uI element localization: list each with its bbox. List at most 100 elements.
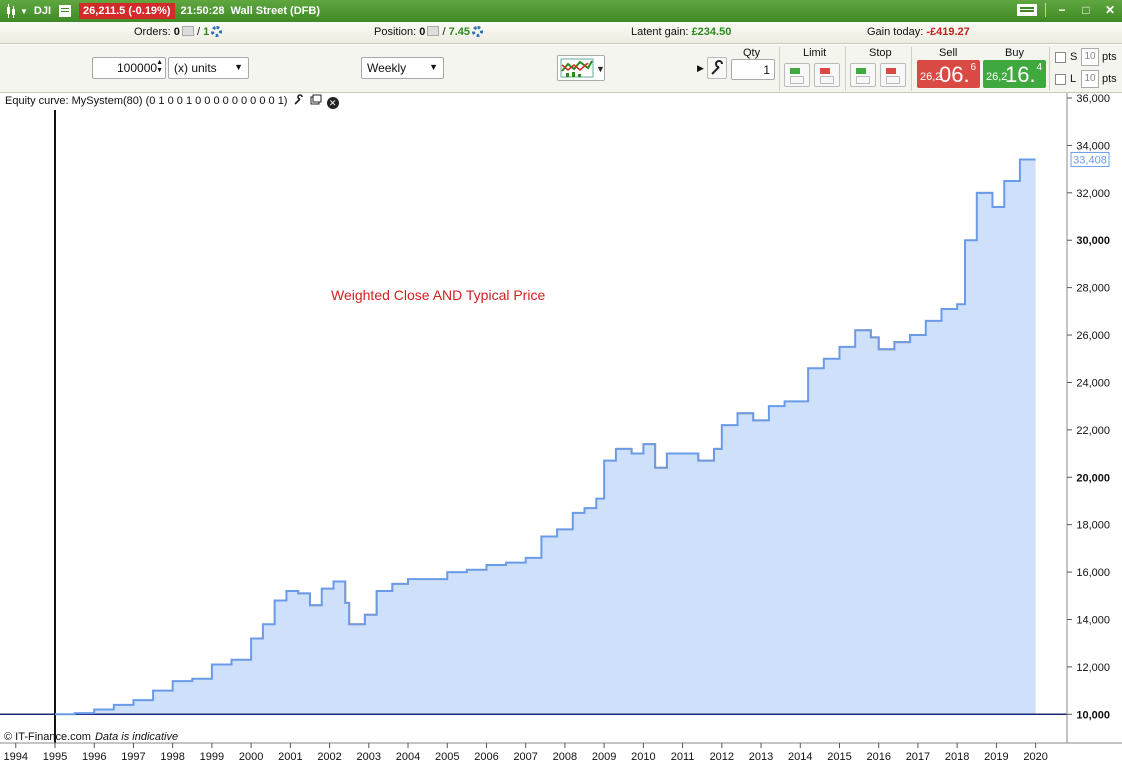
last-value-label: 33,408 [1073, 154, 1107, 166]
gear-icon[interactable] [211, 26, 223, 37]
quantity-stepper[interactable]: 100000 ▲ ▼ [92, 57, 166, 79]
l-pts-label: pts [1102, 73, 1117, 85]
minimize-icon[interactable]: − [1054, 3, 1070, 17]
divider [845, 47, 846, 91]
x-tick-label: 2004 [396, 751, 420, 763]
chart-annotation: Weighted Close AND Typical Price [331, 287, 545, 303]
clock-time: 21:50:28 [180, 5, 225, 17]
position-amount[interactable]: 7.45 [449, 26, 470, 38]
list-icon[interactable] [59, 5, 72, 17]
wrench-button[interactable] [707, 57, 727, 79]
sell-button[interactable]: 26,2 06. 6 [917, 60, 980, 88]
wrench-icon[interactable] [293, 94, 305, 106]
maximize-icon[interactable]: □ [1078, 3, 1094, 17]
l-pts-input[interactable]: 10 [1081, 70, 1099, 88]
x-tick-label: 2017 [906, 751, 930, 763]
x-tick-label: 2009 [592, 751, 616, 763]
limit-sell-button[interactable] [814, 63, 840, 87]
quantity-value: 100000 [117, 61, 158, 75]
gear-icon[interactable] [472, 26, 483, 37]
latent-gain-value: £234.50 [691, 26, 732, 38]
orders-label: Orders: [134, 26, 171, 38]
stop-sell-button[interactable] [880, 63, 906, 87]
x-tick-label: 2005 [435, 751, 459, 763]
x-tick-label: 2012 [710, 751, 734, 763]
svg-text:▼: ▼ [596, 64, 604, 74]
order-panel: ▶ Qty 1 Limit Stop Sell 26,2 06. 6 Buy 2… [697, 45, 1122, 93]
equity-area-fill [54, 159, 1036, 715]
expand-arrow-icon[interactable]: ▶ [697, 63, 704, 74]
s-pts-label: pts [1102, 51, 1117, 63]
x-tick-label: 2010 [631, 751, 655, 763]
price-change-badge: 26,211.5 (-0.19%) [79, 3, 175, 19]
close-icon[interactable]: ✕ [326, 97, 339, 109]
y-tick-label: 20,000 [1076, 472, 1110, 484]
latent-gain-label: Latent gain: [631, 26, 689, 38]
buy-price-fraction: 4 [1036, 62, 1042, 73]
indicator-legend: Equity curve: MySystem(80) (0 1 0 0 1 0 … [3, 94, 341, 110]
units-select[interactable]: (x) units ▼ [168, 57, 249, 79]
timeframe-select-value: Weekly [367, 61, 407, 75]
stop-checkbox[interactable] [1055, 52, 1066, 63]
stop-buy-button[interactable] [850, 63, 876, 87]
x-tick-label: 2019 [984, 751, 1008, 763]
window-icon[interactable] [310, 94, 322, 106]
chart-type-menu[interactable]: ▼ [4, 4, 28, 18]
x-tick-label: 1999 [200, 751, 224, 763]
limit-buy-button[interactable] [784, 63, 810, 87]
close-position-icon[interactable] [427, 26, 440, 36]
s-label: S [1070, 51, 1078, 63]
title-bar: ▼ DJI 26,211.5 (-0.19%) 21:50:28 Wall St… [0, 0, 1122, 22]
buy-label: Buy [1005, 47, 1024, 59]
x-tick-label: 2015 [827, 751, 851, 763]
equity-curve-chart[interactable]: 36,000 34,000 32,000 30,000 28,000 26,000 24,0… [0, 93, 1122, 769]
candlestick-icon [6, 4, 16, 18]
y-tick-label: 28,000 [1076, 283, 1110, 295]
units-select-value: (x) units [174, 61, 217, 75]
y-tick-label: 26,000 [1076, 330, 1110, 342]
x-tick-label: 2003 [357, 751, 381, 763]
symbol-label[interactable]: DJI [34, 5, 51, 17]
timeframe-select[interactable]: Weekly ▼ [361, 57, 444, 79]
sell-price-main: 06. [939, 62, 970, 87]
divider [1049, 47, 1050, 91]
orders-slash: / [196, 26, 200, 38]
x-tick-label: 2014 [788, 751, 812, 763]
x-tick-label: 2001 [278, 751, 302, 763]
order-toolbar: 100000 ▲ ▼ (x) units ▼ Weekly ▼ ▼ ▶ Qty 1… [0, 45, 1122, 93]
legend-text: Equity curve: MySystem(80) (0 1 0 0 1 0 … [5, 95, 288, 107]
orders-info: Orders: 0 / 1 [134, 26, 223, 38]
x-tick-label: 2006 [474, 751, 498, 763]
y-tick-label: 34,000 [1076, 140, 1110, 152]
s-pts-input[interactable]: 10 [1081, 48, 1099, 66]
y-tick-label: 16,000 [1076, 567, 1110, 579]
close-icon[interactable]: ✕ [1102, 3, 1118, 17]
divider [911, 47, 912, 91]
wrench-icon [711, 60, 723, 75]
buy-button[interactable]: 26,2 16. 4 [983, 60, 1046, 88]
window-controls: − □ ✕ [1017, 3, 1118, 17]
gain-today-label: Gain today: [867, 26, 924, 38]
position-slash: / [442, 26, 446, 38]
gain-today-value: -£419.27 [926, 26, 970, 38]
indicator-chart-icon: ▼ [560, 58, 605, 78]
stop-label: Stop [869, 47, 892, 59]
y-tick-label: 12,000 [1076, 662, 1110, 674]
x-tick-label: 1995 [43, 751, 67, 763]
position-info: Position: 0 / 7.45 [374, 26, 483, 38]
position-label: Position: [374, 26, 417, 38]
buy-price-main: 16. [1005, 62, 1036, 87]
qty-input[interactable]: 1 [731, 59, 775, 80]
chart-area[interactable]: 36,000 34,000 32,000 30,000 28,000 26,000 24,0… [0, 93, 1122, 769]
spinner-arrows-icon[interactable]: ▲ ▼ [156, 59, 163, 75]
x-tick-label: 1994 [4, 751, 28, 763]
limit-checkbox[interactable] [1055, 74, 1066, 85]
cancel-orders-icon[interactable] [181, 26, 194, 36]
x-tick-label: 2020 [1023, 751, 1047, 763]
orders-count[interactable]: 1 [203, 26, 209, 38]
keyboard-icon[interactable] [1017, 4, 1037, 16]
indicators-button[interactable]: ▼ [557, 55, 605, 81]
x-tick-label: 2008 [553, 751, 577, 763]
x-tick-label: 1996 [82, 751, 106, 763]
x-tick-label: 2011 [671, 751, 695, 763]
